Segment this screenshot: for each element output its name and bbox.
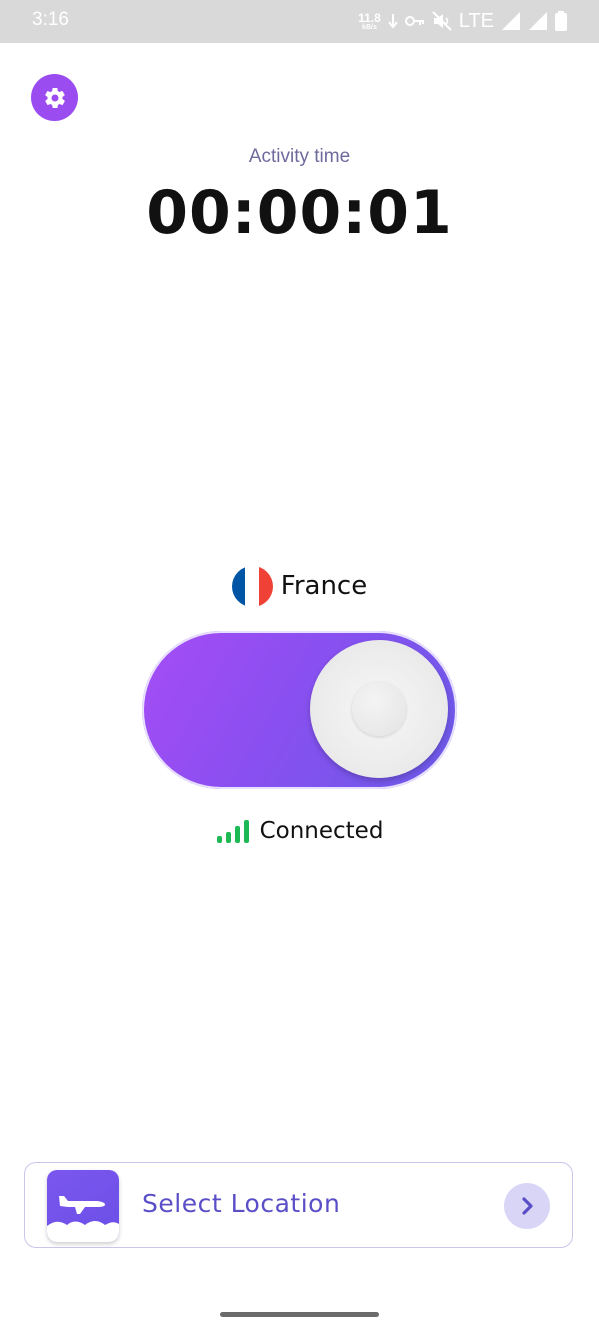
vpn-toggle[interactable] — [142, 631, 457, 789]
status-bar: 3:16 11.8 kB/s LTE — [0, 0, 599, 43]
vpn-key-icon — [404, 16, 424, 26]
select-location-label: Select Location — [142, 1189, 341, 1218]
country-row: France — [0, 565, 599, 607]
gear-icon — [44, 87, 65, 108]
connection-status-text: Connected — [259, 818, 384, 844]
battery-icon — [555, 11, 567, 31]
activity-timer: 00:00:01 — [146, 178, 453, 248]
net-speed: 11.8 kB/s — [358, 12, 381, 31]
signal-icon — [529, 12, 547, 30]
toggle-knob[interactable] — [310, 640, 448, 778]
france-flag-icon — [231, 565, 273, 607]
activity-label: Activity time — [248, 146, 351, 167]
chevron-right-icon — [522, 1197, 533, 1215]
airplane-icon — [47, 1170, 119, 1242]
chevron-right-button[interactable] — [504, 1183, 550, 1229]
select-location-button[interactable]: Select Location — [24, 1162, 573, 1248]
status-time: 3:16 — [32, 9, 69, 30]
download-arrow-icon — [388, 14, 398, 29]
signal-icon — [502, 12, 520, 30]
home-indicator[interactable] — [220, 1312, 379, 1317]
net-speed-unit: kB/s — [362, 23, 377, 31]
status-icons: 11.8 kB/s LTE — [358, 8, 567, 34]
connection-status: Connected — [0, 815, 599, 847]
toggle-knob-center — [352, 682, 406, 736]
settings-button[interactable] — [31, 74, 78, 121]
country-name: France — [280, 571, 368, 601]
network-type: LTE — [458, 9, 494, 32]
mute-icon — [432, 11, 452, 31]
net-speed-value: 11.8 — [358, 10, 381, 25]
signal-bars-icon — [216, 820, 249, 843]
